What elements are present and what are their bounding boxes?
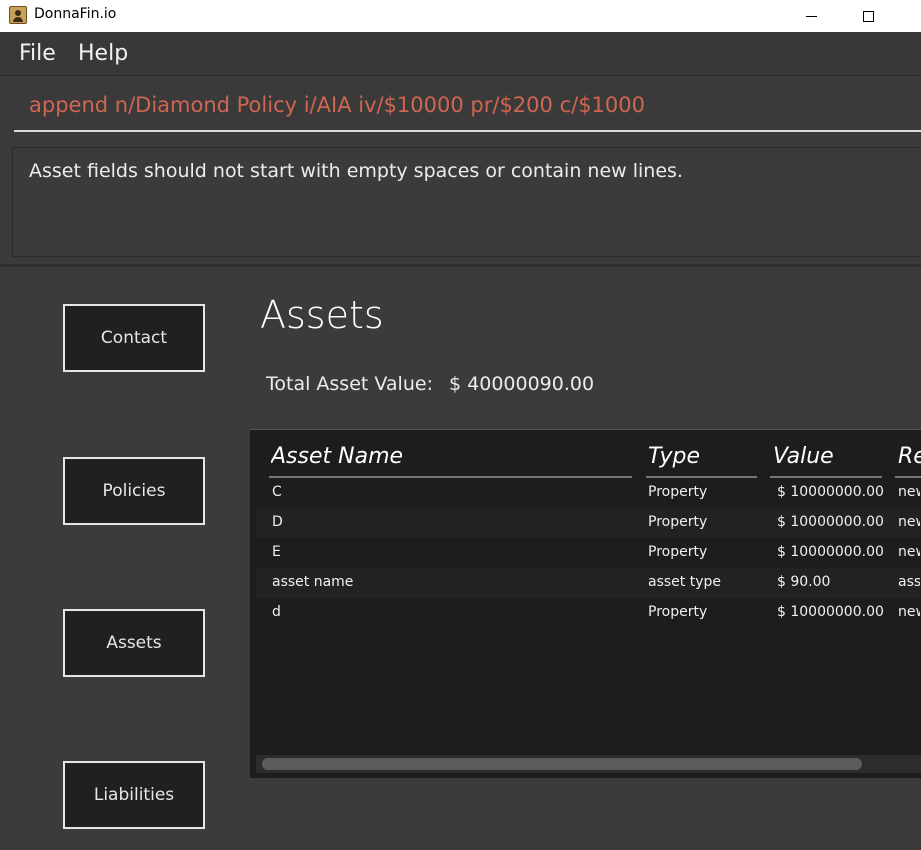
table-row[interactable]: C Property $ 10000000.00 new: [256, 478, 921, 508]
table-row[interactable]: d Property $ 10000000.00 new: [256, 598, 921, 628]
cell-remarks: new: [898, 544, 920, 560]
cell-asset-name: C: [272, 484, 282, 500]
assets-table: Asset Name Type Value Remarks C Property…: [250, 429, 921, 778]
cell-value: $ 10000000.00: [777, 484, 884, 500]
column-header-remarks[interactable]: Remarks: [898, 444, 921, 469]
nav-policies-button[interactable]: Policies: [63, 457, 205, 525]
page-title: Assets: [260, 293, 384, 337]
total-asset-value: Total Asset Value: $ 40000090.00: [266, 373, 594, 395]
column-header-asset-name[interactable]: Asset Name: [271, 444, 631, 469]
horizontal-scrollbar[interactable]: [256, 755, 921, 773]
scrollbar-thumb[interactable]: [262, 758, 862, 770]
cell-remarks: new: [898, 514, 920, 530]
minimize-icon: [805, 15, 817, 17]
total-label: Total Asset Value:: [266, 373, 433, 395]
cell-remarks: asset: [898, 574, 920, 590]
menu-bar: File Help: [0, 32, 921, 76]
cell-value: $ 90.00: [777, 574, 831, 590]
cell-type: Property: [648, 604, 708, 620]
cell-remarks: new: [898, 604, 920, 620]
cell-type: Property: [648, 484, 708, 500]
cell-type: Property: [648, 514, 708, 530]
maximize-button[interactable]: [845, 0, 891, 32]
table-row[interactable]: asset name asset type $ 90.00 asset: [256, 568, 921, 598]
window-title: DonnaFin.io: [34, 6, 117, 22]
nav-liabilities-button[interactable]: Liabilities: [63, 761, 205, 829]
minimize-button[interactable]: [788, 0, 834, 32]
menu-file[interactable]: File: [19, 41, 56, 66]
cell-value: $ 10000000.00: [777, 604, 884, 620]
nav-assets-button[interactable]: Assets: [63, 609, 205, 677]
cell-asset-name: E: [272, 544, 281, 560]
menu-help[interactable]: Help: [78, 41, 128, 66]
cell-value: $ 10000000.00: [777, 544, 884, 560]
cell-type: asset type: [648, 574, 721, 590]
cell-type: Property: [648, 544, 708, 560]
cell-remarks: new: [898, 484, 920, 500]
table-row[interactable]: E Property $ 10000000.00 new: [256, 538, 921, 568]
cell-asset-name: asset name: [272, 574, 354, 590]
table-row[interactable]: D Property $ 10000000.00 new: [256, 508, 921, 538]
total-value: $ 40000090.00: [449, 373, 595, 395]
app-icon: [9, 6, 27, 24]
result-display: Asset fields should not start with empty…: [12, 147, 921, 257]
nav-contact-button[interactable]: Contact: [63, 304, 205, 372]
maximize-icon: [862, 10, 874, 22]
command-area: [0, 77, 921, 137]
title-bar: DonnaFin.io: [0, 0, 921, 32]
cell-asset-name: D: [272, 514, 283, 530]
command-input[interactable]: [14, 77, 921, 132]
cell-value: $ 10000000.00: [777, 514, 884, 530]
column-header-value[interactable]: Value: [773, 444, 878, 469]
column-header-type[interactable]: Type: [648, 444, 753, 469]
cell-asset-name: d: [272, 604, 281, 620]
divider: [0, 264, 921, 267]
